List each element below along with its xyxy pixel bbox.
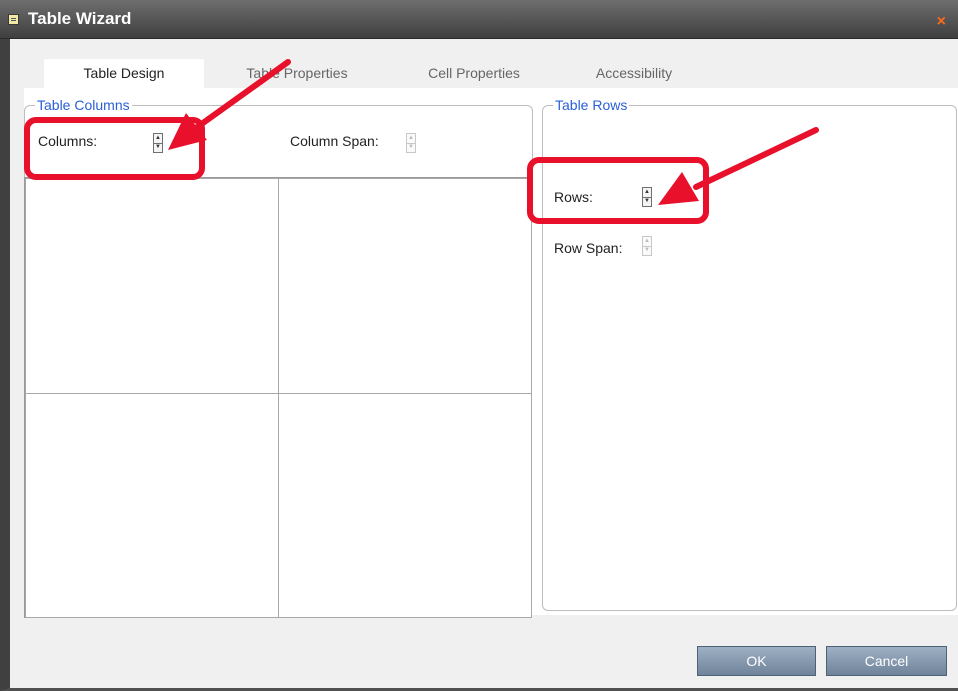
table-rows-group: Table Rows [542, 97, 957, 611]
title-bar: Table Wizard × [0, 0, 958, 39]
tab-table-design[interactable]: Table Design [44, 59, 204, 89]
row-span-label: Row Span: [554, 240, 623, 256]
column-span-spinner[interactable]: ▲ ▼ [406, 133, 416, 153]
spinner-down-icon[interactable]: ▼ [643, 197, 651, 206]
columns-spinner[interactable]: ▲ ▼ [153, 133, 163, 153]
table-columns-group: Table Columns [24, 97, 533, 182]
spinner-down-icon[interactable]: ▼ [154, 143, 162, 152]
ok-button[interactable]: OK [697, 646, 816, 676]
column-span-label: Column Span: [290, 133, 379, 149]
cancel-button[interactable]: Cancel [826, 646, 947, 676]
close-icon[interactable]: × [937, 13, 946, 31]
spinner-down-icon: ▼ [644, 247, 650, 253]
columns-label: Columns: [38, 133, 98, 149]
table-wizard-icon [8, 14, 19, 25]
spinner-down-icon: ▼ [408, 144, 414, 150]
rows-spinner[interactable]: ▲ ▼ [642, 187, 652, 207]
table-columns-legend: Table Columns [37, 97, 130, 113]
table-cell[interactable] [25, 393, 279, 618]
row-span-spinner[interactable]: ▲ ▼ [642, 236, 652, 256]
table-cell[interactable] [278, 178, 532, 394]
table-cell[interactable] [278, 393, 532, 618]
table-preview-grid [24, 177, 532, 618]
table-rows-legend: Table Rows [555, 97, 628, 113]
tab-cell-properties[interactable]: Cell Properties [409, 59, 539, 89]
table-cell[interactable] [25, 178, 279, 394]
tab-table-properties[interactable]: Table Properties [222, 59, 372, 89]
tab-accessibility[interactable]: Accessibility [579, 59, 689, 89]
rows-label: Rows: [554, 189, 593, 205]
dialog-title: Table Wizard [28, 9, 132, 28]
